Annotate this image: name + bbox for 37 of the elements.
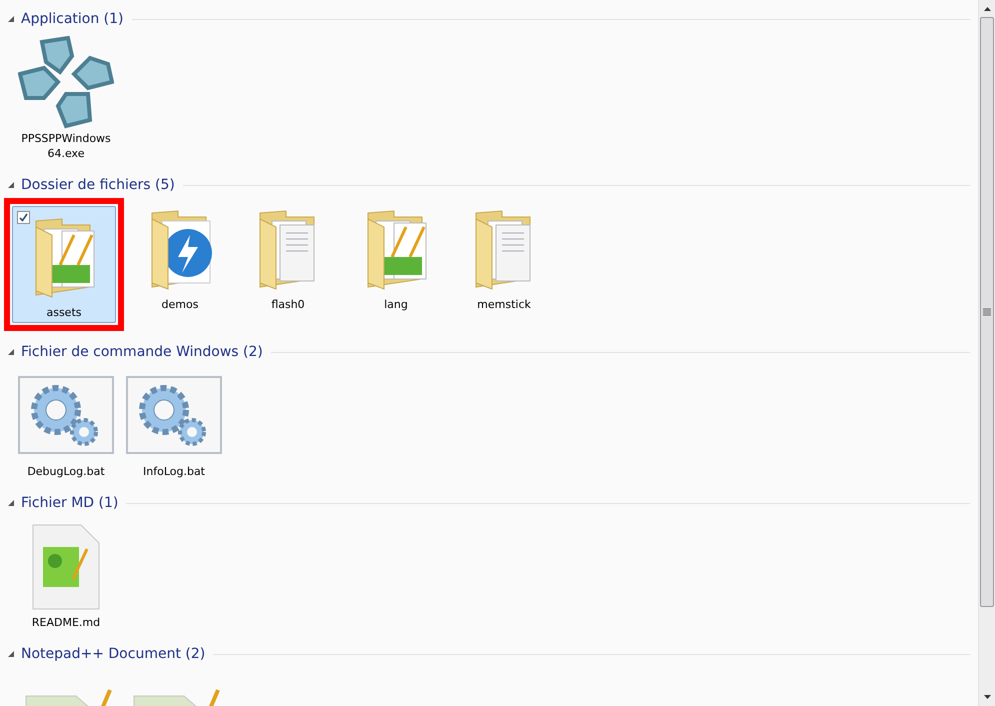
file-item[interactable]: demos [128, 198, 232, 331]
file-name: flash0 [270, 297, 306, 312]
file-item[interactable]: assets [12, 206, 116, 323]
file-item[interactable]: lang [344, 198, 448, 331]
file-name: PPSSPPWindows 64.exe [20, 131, 112, 161]
file-name: InfoLog.bat [142, 464, 206, 479]
file-item[interactable]: memstick [452, 198, 556, 331]
file-name: assets [45, 305, 82, 320]
checkmark-icon [19, 213, 28, 222]
file-name: DebugLog.bat [26, 464, 106, 479]
gears-window-icon [126, 376, 222, 456]
group-header[interactable]: Notepad++ Document (2) [21, 644, 206, 664]
file-item[interactable]: README.md [14, 516, 118, 633]
collapse-triangle-icon[interactable] [8, 182, 14, 188]
gears-window-icon [18, 376, 114, 456]
game-controller-logo-icon [18, 36, 114, 130]
vertical-scrollbar[interactable] [978, 0, 995, 706]
group-header[interactable]: Application (1) [21, 8, 124, 30]
group-header[interactable]: Fichier MD (1) [21, 492, 118, 514]
file-item[interactable]: flash0 [236, 198, 340, 331]
collapse-triangle-icon[interactable] [8, 16, 14, 22]
scrollbar-thumb[interactable] [980, 17, 994, 607]
checkbox[interactable] [17, 211, 30, 224]
file-item[interactable]: PPSSPPWindows 64.exe [14, 32, 118, 164]
file-name: lang [383, 297, 409, 312]
file-item[interactable]: DebugLog.bat [14, 365, 118, 482]
group-header[interactable]: Dossier de fichiers (5) [21, 174, 175, 196]
file-name: README.md [30, 615, 102, 630]
group-header[interactable]: Fichier de commande Windows (2) [21, 342, 263, 362]
document-with-chameleon-icon [31, 523, 101, 611]
collapse-triangle-icon[interactable] [8, 349, 14, 355]
collapse-triangle-icon[interactable] [8, 500, 14, 506]
collapse-triangle-icon[interactable] [8, 651, 14, 657]
file-item[interactable]: InfoLog.bat [122, 365, 226, 482]
file-name: demos [160, 297, 200, 312]
grip-icon [983, 308, 991, 316]
file-name: memstick [476, 297, 532, 312]
